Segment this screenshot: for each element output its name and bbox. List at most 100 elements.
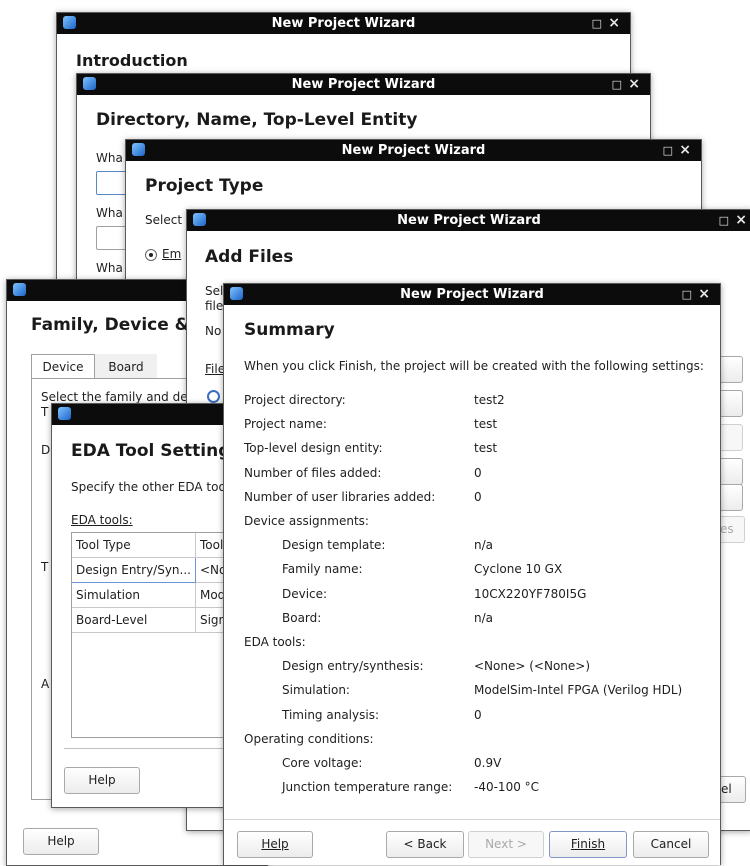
- summary-row: Design template: n/a: [244, 533, 714, 557]
- maximize-icon[interactable]: □: [612, 74, 622, 95]
- summary-key: Device:: [282, 586, 328, 601]
- summary-value: 0: [474, 489, 482, 504]
- page-heading: Directory, Name, Top-Level Entity: [96, 110, 418, 130]
- maximize-icon[interactable]: □: [663, 140, 673, 161]
- eda-tools-label: EDA tools:: [71, 513, 133, 527]
- summary-value: -40-100 °C: [474, 780, 540, 795]
- finish-button[interactable]: Finish: [549, 831, 627, 858]
- page-heading: Add Files: [205, 247, 294, 267]
- wizard-window-summary: New Project Wizard □ × Summary When you …: [223, 283, 721, 865]
- help-button-label: Help: [47, 834, 75, 848]
- summary-value: test: [474, 441, 498, 456]
- note-text: No: [205, 324, 222, 338]
- summary-key: Simulation:: [282, 683, 350, 698]
- page-heading: EDA Tool Setting: [71, 441, 231, 461]
- summary-value: 0: [474, 465, 482, 480]
- window-title: New Project Wizard: [291, 77, 436, 92]
- help-button-label: Help: [88, 773, 116, 787]
- select-family-text: Select the family and de: [41, 390, 188, 404]
- next-button-label: Next >: [485, 837, 527, 851]
- summary-intro-text: When you click Finish, the project will …: [244, 359, 704, 373]
- family-text-line2: T: [41, 405, 49, 419]
- summary-key: Device assignments:: [244, 514, 369, 528]
- summary-row: Number of files added: 0: [244, 461, 714, 485]
- summary-key: Operating conditions:: [244, 731, 374, 746]
- tab-board[interactable]: Board: [95, 354, 157, 379]
- add-files-text: Sel: [205, 284, 224, 298]
- summary-row: Project name: test: [244, 412, 714, 436]
- page-heading: Introduction: [76, 51, 188, 70]
- cancel-button-partial[interactable]: el: [717, 776, 746, 803]
- close-icon[interactable]: ×: [628, 74, 640, 95]
- maximize-icon[interactable]: □: [719, 210, 729, 231]
- summary-key: Timing analysis:: [282, 707, 379, 722]
- help-button[interactable]: Help: [23, 828, 99, 855]
- summary-key: Number of files added:: [244, 465, 382, 480]
- summary-key: Board:: [282, 610, 322, 625]
- summary-value: 0.9V: [474, 756, 502, 770]
- finish-button-label: Finish: [570, 837, 606, 851]
- cancel-button-partial-label: el: [721, 782, 732, 796]
- title-bar[interactable]: New Project Wizard □ ×: [187, 210, 750, 231]
- radio-dot: [149, 253, 153, 257]
- close-icon[interactable]: ×: [679, 140, 691, 161]
- add-files-text-line2: file: [205, 299, 224, 313]
- app-icon: [13, 283, 26, 296]
- help-button[interactable]: Help: [237, 831, 313, 858]
- help-button[interactable]: Help: [64, 767, 140, 794]
- title-bar[interactable]: New Project Wizard □ ×: [57, 13, 630, 34]
- summary-row: Simulation: ModelSim-Intel FPGA (Verilog …: [244, 678, 714, 702]
- properties-button[interactable]: es: [717, 516, 745, 543]
- next-button[interactable]: Next >: [468, 831, 544, 858]
- summary-row: Timing analysis: 0: [244, 703, 714, 727]
- button-divider: [224, 819, 720, 820]
- cancel-button[interactable]: Cancel: [633, 831, 709, 858]
- title-bar[interactable]: New Project Wizard □ ×: [126, 140, 701, 161]
- summary-key: Number of user libraries added:: [244, 489, 436, 504]
- summary-key: Core voltage:: [282, 756, 363, 770]
- summary-row: Device assignments:: [244, 509, 714, 533]
- close-icon[interactable]: ×: [608, 13, 620, 34]
- summary-value: n/a: [474, 610, 494, 625]
- summary-key: Top-level design entity:: [244, 441, 383, 456]
- summary-key: Design entry/synthesis:: [282, 659, 424, 674]
- summary-row: Number of user libraries added: 0: [244, 485, 714, 509]
- summary-row: Core voltage: 0.9V: [244, 751, 714, 775]
- empty-project-label: Em: [162, 247, 182, 261]
- name-label: Wha: [96, 206, 123, 220]
- window-title: New Project Wizard: [341, 143, 486, 158]
- top-level-label: Wha: [96, 261, 123, 275]
- summary-key: Project directory:: [244, 393, 346, 407]
- page-heading: Summary: [244, 320, 335, 340]
- title-bar[interactable]: New Project Wizard □ ×: [77, 74, 650, 95]
- empty-project-radio[interactable]: [145, 249, 157, 261]
- window-title: New Project Wizard: [400, 287, 544, 302]
- summary-value: test2: [474, 393, 505, 407]
- page-heading: Project Type: [145, 176, 264, 196]
- summary-row: Board: n/a: [244, 606, 714, 630]
- properties-button-label: es: [720, 522, 734, 536]
- back-button[interactable]: < Back: [386, 831, 464, 858]
- window-title: New Project Wizard: [397, 213, 541, 228]
- cancel-button-label: Cancel: [650, 837, 692, 851]
- title-bar[interactable]: New Project Wizard □ ×: [224, 284, 720, 305]
- device-family-label: D: [41, 443, 51, 457]
- summary-value: <None> (<None>): [474, 659, 591, 674]
- summary-key: Project name:: [244, 417, 327, 432]
- tab-device[interactable]: Device: [31, 354, 95, 379]
- summary-value: n/a: [474, 538, 494, 553]
- summary-value: ModelSim-Intel FPGA (Verilog HDL): [474, 683, 683, 698]
- summary-value: 10CX220YF780I5G: [474, 586, 587, 601]
- close-icon[interactable]: ×: [698, 284, 710, 305]
- summary-key: EDA tools:: [244, 635, 306, 649]
- target-device-label: T: [41, 560, 49, 574]
- page-heading: Family, Device & I: [31, 315, 202, 335]
- close-icon[interactable]: ×: [735, 210, 747, 231]
- summary-row: Family name: Cyclone 10 GX: [244, 557, 714, 581]
- browse-icon[interactable]: [207, 390, 220, 403]
- summary-key: Design template:: [282, 538, 386, 553]
- summary-row: Project directory: test2: [244, 388, 714, 412]
- maximize-icon[interactable]: □: [592, 13, 602, 34]
- maximize-icon[interactable]: □: [682, 284, 692, 305]
- help-button-label: Help: [261, 837, 289, 851]
